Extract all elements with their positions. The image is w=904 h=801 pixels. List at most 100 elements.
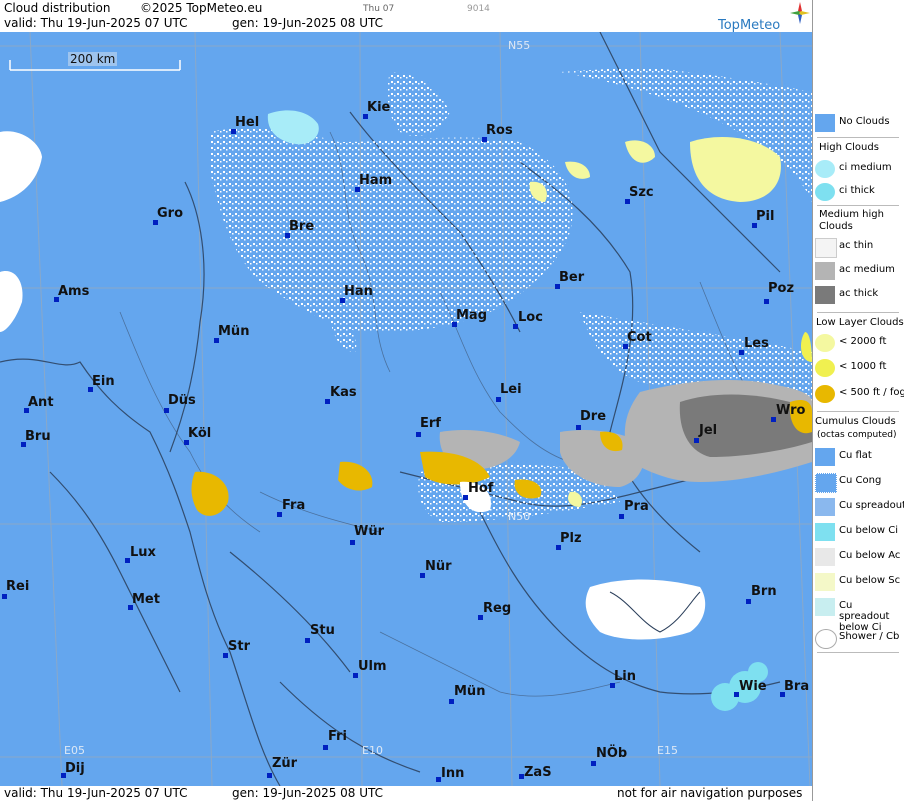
city-label[interactable]: Ham [359,173,392,188]
legend-cu-flat: Cu flat [815,448,903,468]
city-label[interactable]: Inn [441,766,464,781]
city-label[interactable]: NÖb [596,746,627,761]
city-label[interactable]: Cot [627,330,652,345]
legend-subheading-cumulus: (octas computed) [817,430,897,440]
swatch [815,114,835,132]
legend-low-2000: < 2000 ft [815,334,903,354]
city-label[interactable]: Ber [559,270,584,285]
swatch [815,385,835,403]
legend-label: Cu flat [839,450,872,461]
city-label[interactable]: Ulm [358,659,387,674]
legend-cu-spread: Cu spreadout [815,498,904,518]
city-label[interactable]: Fra [282,498,305,513]
city-label[interactable]: Dre [580,409,606,424]
legend-label: No Clouds [839,116,890,127]
legend-label: Cu below Ci [839,525,899,536]
city-label[interactable]: Szc [629,185,654,200]
city-dot [449,699,454,704]
compass-icon [790,2,810,24]
city-label[interactable]: Pil [756,209,774,224]
city-label[interactable]: Ant [28,395,54,410]
city-label[interactable]: Bru [25,429,51,444]
city-label[interactable]: Poz [768,281,794,296]
legend-cu-below-ci: Cu below Ci [815,523,903,543]
city-label[interactable]: Hel [235,115,259,130]
city-dot [576,425,581,430]
city-label[interactable]: Ein [92,374,115,389]
city-label[interactable]: Les [744,336,769,351]
swatch [815,629,837,649]
city-label[interactable]: Pra [624,499,649,514]
city-label[interactable]: Met [132,592,160,607]
legend-cu-cong: Cu Cong [815,473,903,493]
city-label[interactable]: Zür [272,756,297,771]
legend-low-500: < 500 ft / fog [815,385,904,405]
legend-label: Cu Cong [839,475,882,486]
map-footer: valid: Thu 19-Jun-2025 07 UTC gen: 19-Ju… [0,786,812,801]
city-label[interactable]: Kie [367,100,390,115]
city-label[interactable]: Stu [310,623,335,638]
city-dot [2,594,7,599]
legend-heading-high: High Clouds [819,142,879,153]
city-label[interactable]: Kas [330,385,357,400]
divider [817,205,899,206]
footer-gen: gen: 19-Jun-2025 08 UTC [232,786,384,800]
swatch [815,286,835,304]
city-label[interactable]: Wie [739,679,767,694]
lon-label-e05: E05 [64,744,85,757]
city-label[interactable]: Plz [560,531,582,546]
lon-label-e15: E15 [657,744,678,757]
swatch [815,262,835,280]
city-label[interactable]: Mün [454,684,485,699]
legend-heading-low: Low Layer Clouds [816,317,904,328]
legend-ac-medium: ac medium [815,262,903,282]
city-label[interactable]: Wro [776,403,805,418]
legend-label: < 2000 ft [839,336,887,347]
city-label[interactable]: Str [228,639,250,654]
city-label[interactable]: ZaS [524,765,552,780]
legend-label: ac thin [839,240,874,251]
city-label[interactable]: Han [344,284,373,299]
swatch [815,573,835,591]
legend-heading-cumulus: Cumulus Clouds [815,416,896,427]
city-label[interactable]: Düs [168,393,196,408]
city-label[interactable]: Bra [784,679,809,694]
city-label[interactable]: Jel [699,423,717,438]
legend-label: Cu below Ac [839,550,901,561]
city-label[interactable]: Nür [425,559,452,574]
lon-label-e10: E10 [362,744,383,757]
city-label[interactable]: Ros [486,123,513,138]
city-label[interactable]: Köl [188,426,211,441]
city-label[interactable]: Bre [289,219,314,234]
swatch [815,523,835,541]
map-header: Cloud distribution ©2025 TopMeteo.eu Thu… [0,0,812,33]
legend-cu-spread-below-ci: Cu spreadout below Ci [815,598,903,633]
city-dot [350,540,355,545]
city-label[interactable]: Gro [157,206,183,221]
city-label[interactable]: Erf [420,416,441,431]
city-label[interactable]: Mag [456,308,487,323]
city-label[interactable]: Lin [614,669,636,684]
city-label[interactable]: Fri [328,729,347,744]
city-label[interactable]: Dij [65,761,85,776]
swatch [815,183,835,201]
city-label[interactable]: Ams [58,284,89,299]
swatch [815,498,835,516]
cloud-map[interactable]: 200 km N55 N50 E05 E10 E15 Kie Hel Ros H… [0,32,812,786]
legend-label: ci medium [839,162,892,173]
footer-valid: valid: Thu 19-Jun-2025 07 UTC [4,786,188,800]
city-dot [305,638,310,643]
city-label[interactable]: Lei [500,382,522,397]
divider [817,312,899,313]
city-label[interactable]: Hof [468,481,493,496]
city-label[interactable]: Brn [751,584,777,599]
city-label[interactable]: Wür [354,524,384,539]
city-label[interactable]: Rei [6,579,29,594]
city-label[interactable]: Mün [218,324,249,339]
city-label[interactable]: Loc [518,310,543,325]
city-label[interactable]: Reg [483,601,511,616]
city-label[interactable]: Lux [130,545,156,560]
topmeteo-logo[interactable]: TopMeteo [718,2,810,33]
legend-ac-thin: ac thin [815,238,903,258]
run-code: 9014 [467,4,490,14]
